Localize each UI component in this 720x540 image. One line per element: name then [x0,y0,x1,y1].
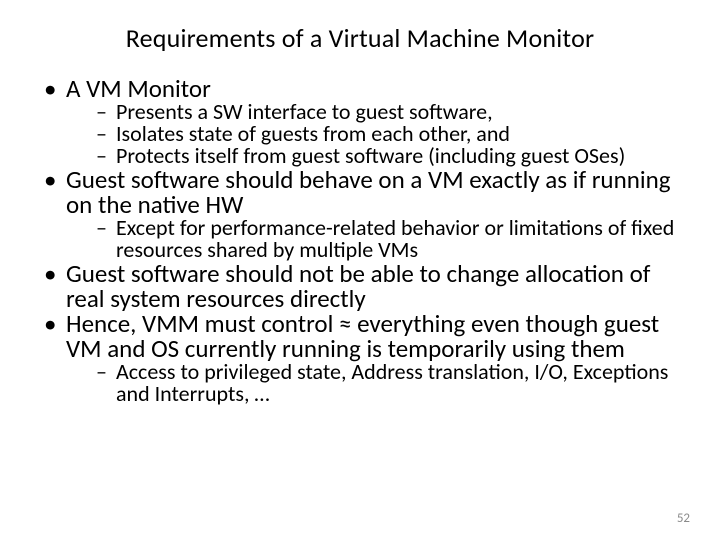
bullet-item: Guest software should behave on a VM exa… [38,167,682,261]
slide: Requirements of a Virtual Machine Monito… [0,0,720,540]
page-number: 52 [677,511,690,526]
bullet-list: A VM Monitor Presents a SW interface to … [38,76,682,405]
bullet-item: Hence, VMM must control ≈ everything eve… [38,311,682,405]
sub-bullet-item: Except for performance-related behavior … [94,217,682,261]
bullet-text: Guest software should behave on a VM exa… [66,164,670,220]
bullet-text: Guest software should not be able to cha… [66,258,650,314]
bullet-item: Guest software should not be able to cha… [38,261,682,311]
bullet-text: Hence, VMM must control ≈ everything eve… [66,308,659,364]
sub-bullet-text: Access to privileged state, Address tran… [116,358,668,407]
sub-bullet-list: Presents a SW interface to guest softwar… [66,101,682,167]
sub-bullet-text: Except for performance-related behavior … [116,214,674,263]
bullet-item: A VM Monitor Presents a SW interface to … [38,76,682,167]
slide-title: Requirements of a Virtual Machine Monito… [38,22,682,54]
sub-bullet-list: Except for performance-related behavior … [66,217,682,261]
sub-bullet-list: Access to privileged state, Address tran… [66,361,682,405]
sub-bullet-item: Access to privileged state, Address tran… [94,361,682,405]
